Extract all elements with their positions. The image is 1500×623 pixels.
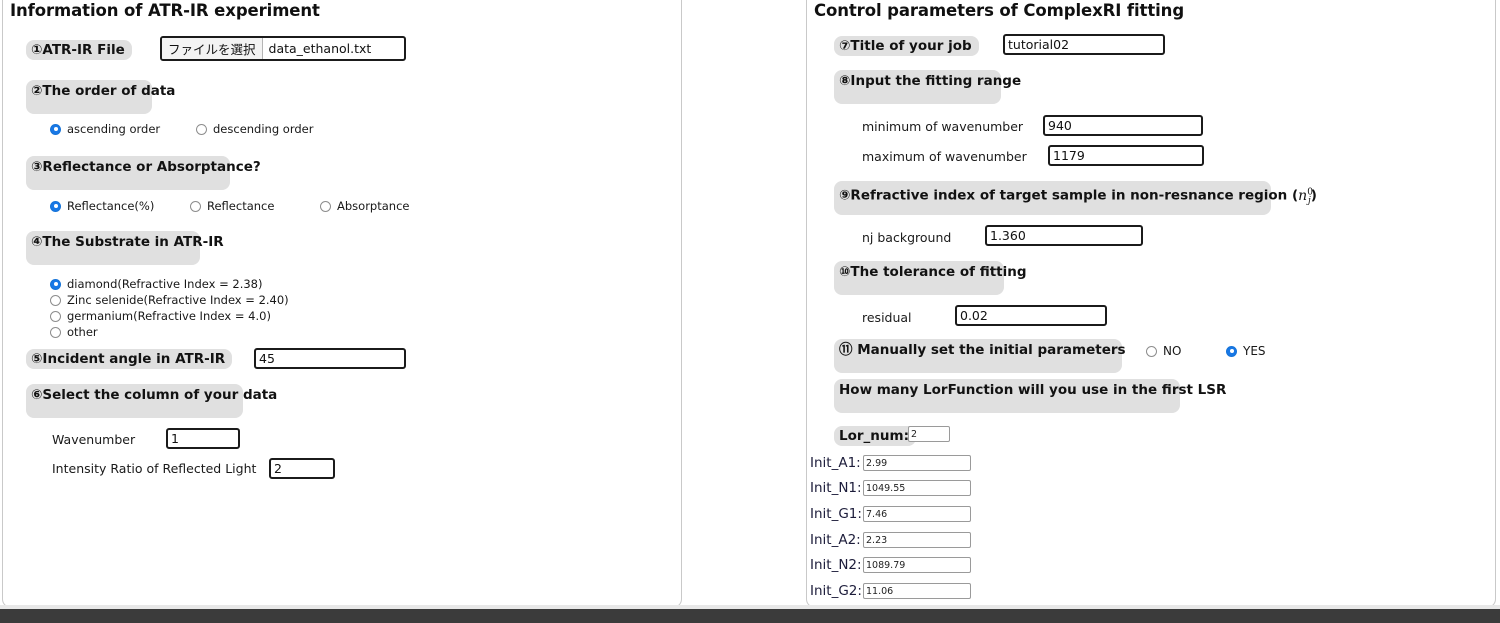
- radio-dot-icon[interactable]: [50, 278, 61, 290]
- radio-dot-icon[interactable]: [1226, 345, 1237, 357]
- job-title-label: ⑦Title of your job: [834, 36, 979, 56]
- right-panel-title: Control parameters of ComplexRI fitting: [814, 1, 1185, 20]
- nj-background-input[interactable]: [985, 225, 1143, 246]
- radio-dot-icon[interactable]: [196, 123, 207, 135]
- radio-dot-icon[interactable]: [1146, 345, 1157, 357]
- radio-dot-icon[interactable]: [50, 294, 61, 306]
- radio-dot-icon[interactable]: [320, 200, 331, 212]
- init-g2-input[interactable]: [863, 583, 971, 599]
- substrate-radiogroup[interactable]: diamond(Refractive Index = 2.38) Zinc se…: [50, 277, 470, 339]
- max-wavenumber-input[interactable]: [1048, 145, 1204, 166]
- atr-ir-file-label: ①ATR-IR File: [26, 40, 132, 60]
- order-of-data-radiogroup[interactable]: ascending order descending order: [50, 122, 450, 138]
- radio-reflectance[interactable]: Reflectance: [190, 199, 274, 213]
- radio-manual-init-no[interactable]: NO: [1146, 344, 1181, 358]
- lor-function-question: How many LorFunction will you use in the…: [834, 379, 1226, 413]
- refractive-index-symbol: n0j: [1298, 187, 1313, 207]
- min-wavenumber-input[interactable]: [1043, 115, 1203, 136]
- refractive-index-label-prefix: ⑨Refractive index of target sample in no…: [839, 187, 1299, 204]
- manual-init-label: ⑪ Manually set the initial parameters: [834, 339, 1126, 373]
- reflectance-absorptance-radiogroup[interactable]: Reflectance(%) Reflectance Absorptance: [50, 199, 470, 215]
- selected-file-name: data_ethanol.txt: [268, 41, 372, 56]
- choose-file-button[interactable]: ファイルを選択: [162, 38, 263, 59]
- init-n1-input[interactable]: [863, 480, 971, 496]
- radio-dot-icon[interactable]: [50, 310, 61, 322]
- refractive-index-label: ⑨Refractive index of target sample in no…: [834, 181, 1317, 215]
- substrate-label: ④The Substrate in ATR-IR: [26, 231, 224, 265]
- left-panel-title: Information of ATR-IR experiment: [10, 1, 320, 20]
- radio-reflectance-percent[interactable]: Reflectance(%): [50, 199, 154, 213]
- max-wavenumber-label: maximum of wavenumber: [862, 149, 1027, 164]
- init-a1-label: Init_A1:: [810, 455, 861, 471]
- radio-dot-icon[interactable]: [50, 200, 61, 212]
- radio-dot-icon[interactable]: [50, 326, 61, 338]
- radio-manual-init-yes[interactable]: YES: [1226, 344, 1266, 358]
- refractive-index-label-suffix: ): [1310, 187, 1317, 204]
- intensity-ratio-column-input[interactable]: [269, 458, 335, 479]
- radio-ascending-order[interactable]: ascending order: [50, 122, 160, 136]
- atr-ir-file-input[interactable]: ファイルを選択 data_ethanol.txt: [160, 36, 406, 61]
- radio-substrate-germanium[interactable]: germanium(Refractive Index = 4.0): [50, 309, 271, 323]
- order-of-data-label: ②The order of data: [26, 80, 175, 114]
- init-n2-input[interactable]: [863, 557, 971, 573]
- wavenumber-column-label: Wavenumber: [52, 432, 136, 447]
- init-g1-input[interactable]: [863, 506, 971, 522]
- radio-dot-icon[interactable]: [190, 200, 201, 212]
- lor-num-input[interactable]: [908, 426, 950, 442]
- tolerance-label: ⑩The tolerance of fitting: [834, 261, 1027, 295]
- radio-substrate-other[interactable]: other: [50, 325, 98, 339]
- wavenumber-column-input[interactable]: [166, 428, 240, 449]
- intensity-ratio-column-label: Intensity Ratio of Reflected Light: [52, 461, 257, 476]
- init-a1-input[interactable]: [863, 455, 971, 471]
- init-a2-input[interactable]: [863, 532, 971, 548]
- init-n1-label: Init_N1:: [810, 480, 862, 496]
- app-screen: Information of ATR-IR experiment ①ATR-IR…: [0, 0, 1500, 623]
- incident-angle-input[interactable]: [254, 348, 406, 369]
- radio-substrate-zinc-selenide[interactable]: Zinc selenide(Refractive Index = 2.40): [50, 293, 289, 307]
- nj-background-label: nj background: [862, 230, 952, 245]
- manual-init-radiogroup[interactable]: NO YES: [1146, 344, 1306, 362]
- init-a2-label: Init_A2:: [810, 532, 861, 548]
- min-wavenumber-label: minimum of wavenumber: [862, 119, 1024, 134]
- init-g1-label: Init_G1:: [810, 506, 862, 522]
- radio-descending-order[interactable]: descending order: [196, 122, 313, 136]
- residual-input[interactable]: [955, 305, 1107, 326]
- init-g2-label: Init_G2:: [810, 583, 862, 599]
- radio-absorptance[interactable]: Absorptance: [320, 199, 409, 213]
- bottom-bar: [0, 609, 1500, 623]
- lor-num-label: Lor_num:: [834, 426, 916, 446]
- residual-label: residual: [862, 310, 912, 325]
- fitting-range-label: ⑧Input the fitting range: [834, 70, 1021, 104]
- job-title-input[interactable]: [1003, 34, 1165, 55]
- radio-dot-icon[interactable]: [50, 123, 61, 135]
- init-n2-label: Init_N2:: [810, 557, 862, 573]
- incident-angle-label: ⑤Incident angle in ATR-IR: [26, 349, 233, 369]
- select-column-label: ⑥Select the column of your data: [26, 384, 277, 418]
- radio-substrate-diamond[interactable]: diamond(Refractive Index = 2.38): [50, 277, 263, 291]
- reflectance-absorptance-label: ③Reflectance or Absorptance?: [26, 156, 261, 190]
